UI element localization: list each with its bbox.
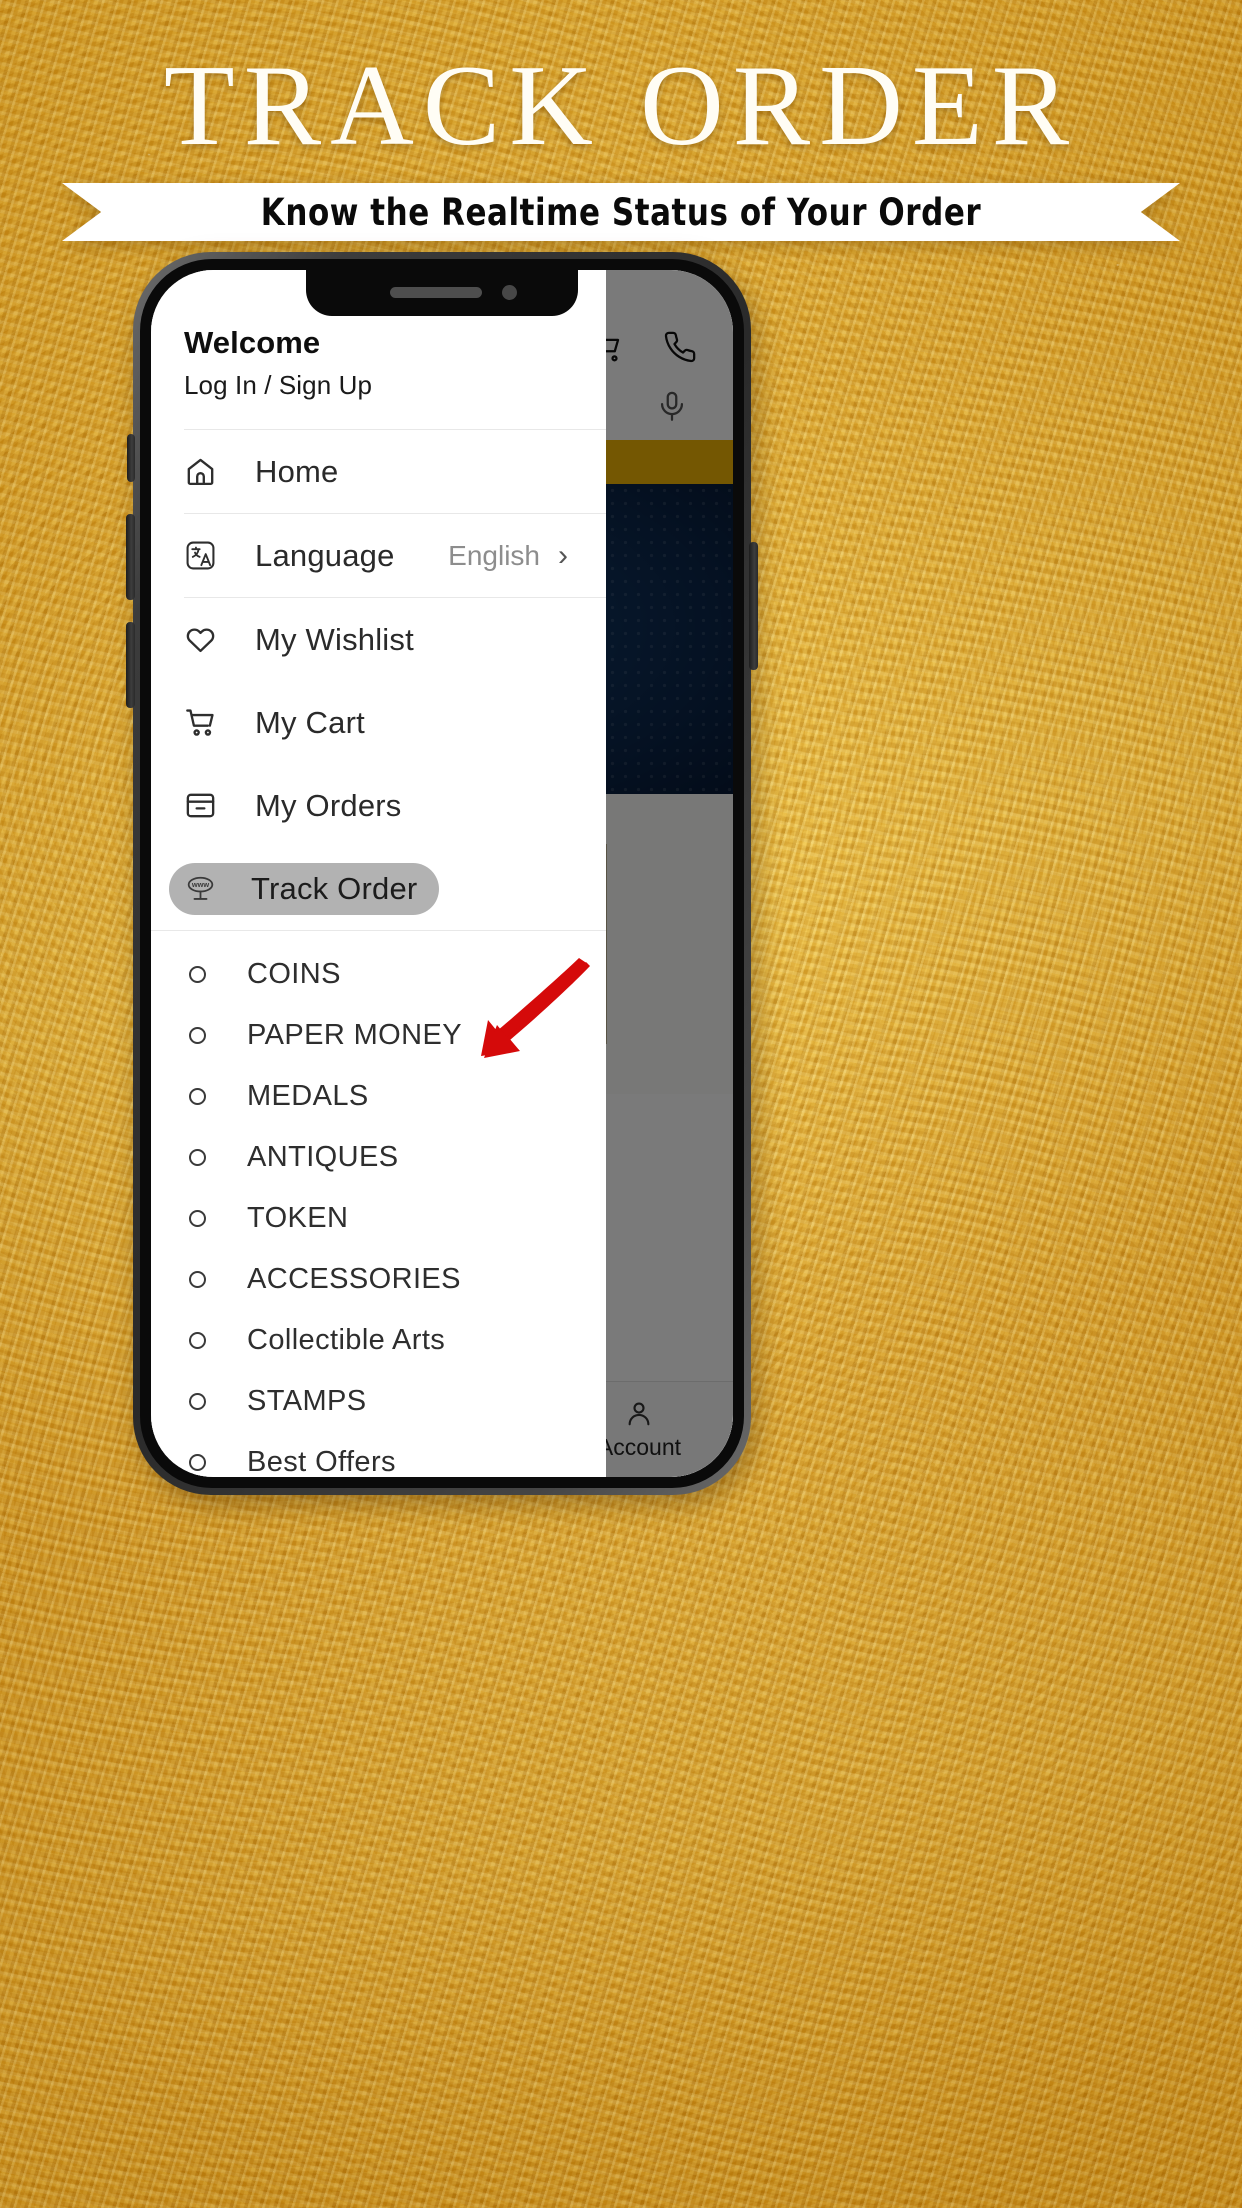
language-value: English xyxy=(448,539,540,571)
phone-screen: ☎ 1800 889 889 MONEY BACK 100% ★ ★ ★ GUA… xyxy=(151,270,733,1477)
category-label: ACCESSORIES xyxy=(247,1263,461,1295)
svg-text:www: www xyxy=(191,880,210,889)
category-label: MEDALS xyxy=(247,1080,369,1112)
list-item[interactable]: ANTIQUES xyxy=(151,1127,606,1188)
front-camera xyxy=(502,285,517,300)
list-item[interactable]: ACCESSORIES xyxy=(151,1249,606,1310)
login-signup-link[interactable]: Log In / Sign Up xyxy=(184,370,606,401)
www-globe-icon: www xyxy=(184,872,217,905)
sidebar-item-language[interactable]: Language English › xyxy=(151,514,606,597)
sidebar-item-label: My Orders xyxy=(255,787,402,823)
phone-bezel: ☎ 1800 889 889 MONEY BACK 100% ★ ★ ★ GUA… xyxy=(140,259,744,1488)
list-item[interactable]: TOKEN xyxy=(151,1188,606,1249)
bullet-circle-icon xyxy=(189,1393,206,1410)
sidebar-item-label: My Wishlist xyxy=(255,621,414,657)
mute-switch-button[interactable] xyxy=(127,434,135,482)
earpiece-speaker xyxy=(390,287,482,298)
bullet-circle-icon xyxy=(189,1149,206,1166)
phone-mockup: ☎ 1800 889 889 MONEY BACK 100% ★ ★ ★ GUA… xyxy=(126,252,758,1505)
sidebar-item-label: Language xyxy=(255,537,395,573)
power-button[interactable] xyxy=(749,542,758,670)
category-label: PAPER MONEY xyxy=(247,1019,462,1051)
cart-icon xyxy=(184,706,217,739)
sidebar-item-my-orders[interactable]: My Orders xyxy=(151,764,606,847)
home-icon xyxy=(184,455,217,488)
list-item[interactable]: STAMPS xyxy=(151,1371,606,1432)
list-item[interactable]: PAPER MONEY xyxy=(151,1005,606,1066)
page-title: TRACK ORDER xyxy=(163,42,1079,170)
list-item[interactable]: Best Offers xyxy=(151,1432,606,1477)
bullet-circle-icon xyxy=(189,1454,206,1471)
list-item[interactable]: COINS xyxy=(151,944,606,1005)
navigation-drawer: Welcome Log In / Sign Up Home Language E… xyxy=(151,270,606,1477)
sidebar-item-label: Home xyxy=(255,453,339,489)
sidebar-item-my-cart[interactable]: My Cart xyxy=(151,681,606,764)
phone-notch xyxy=(306,270,578,316)
bullet-circle-icon xyxy=(189,1088,206,1105)
orders-box-icon xyxy=(184,789,217,822)
ribbon-subtitle: Know the Realtime Status of Your Order xyxy=(260,190,982,234)
heart-icon xyxy=(184,623,217,656)
category-label: Best Offers xyxy=(247,1446,396,1477)
bullet-circle-icon xyxy=(189,966,206,983)
volume-up-button[interactable] xyxy=(126,514,135,600)
sidebar-item-my-wishlist[interactable]: My Wishlist xyxy=(151,598,606,681)
phone-outer-frame: ☎ 1800 889 889 MONEY BACK 100% ★ ★ ★ GUA… xyxy=(126,252,758,1495)
track-order-highlight-pill[interactable]: www Track Order xyxy=(169,862,440,915)
sidebar-item-label: My Cart xyxy=(255,704,365,740)
translate-icon xyxy=(184,539,217,572)
category-label: COINS xyxy=(247,958,341,990)
welcome-title: Welcome xyxy=(184,325,321,360)
sidebar-item-home[interactable]: Home xyxy=(151,430,606,513)
bullet-circle-icon xyxy=(189,1332,206,1349)
chevron-right-icon[interactable]: › xyxy=(558,540,568,571)
list-item[interactable]: Collectible Arts xyxy=(151,1310,606,1371)
category-label: Collectible Arts xyxy=(247,1324,446,1356)
category-label: TOKEN xyxy=(247,1202,349,1234)
category-label: ANTIQUES xyxy=(247,1141,399,1173)
list-item[interactable]: MEDALS xyxy=(151,1066,606,1127)
bullet-circle-icon xyxy=(189,1027,206,1044)
bullet-circle-icon xyxy=(189,1210,206,1227)
category-list: COINS PAPER MONEY MEDALS ANTIQUES TOKEN … xyxy=(151,931,606,1477)
category-label: STAMPS xyxy=(247,1385,367,1417)
bullet-circle-icon xyxy=(189,1271,206,1288)
sidebar-item-label: Track Order xyxy=(251,870,418,906)
ribbon-banner: Know the Realtime Status of Your Order xyxy=(62,183,1180,241)
volume-down-button[interactable] xyxy=(126,622,135,708)
sidebar-item-track-order[interactable]: www Track Order xyxy=(151,847,606,930)
language-value-group: English › xyxy=(448,540,568,572)
